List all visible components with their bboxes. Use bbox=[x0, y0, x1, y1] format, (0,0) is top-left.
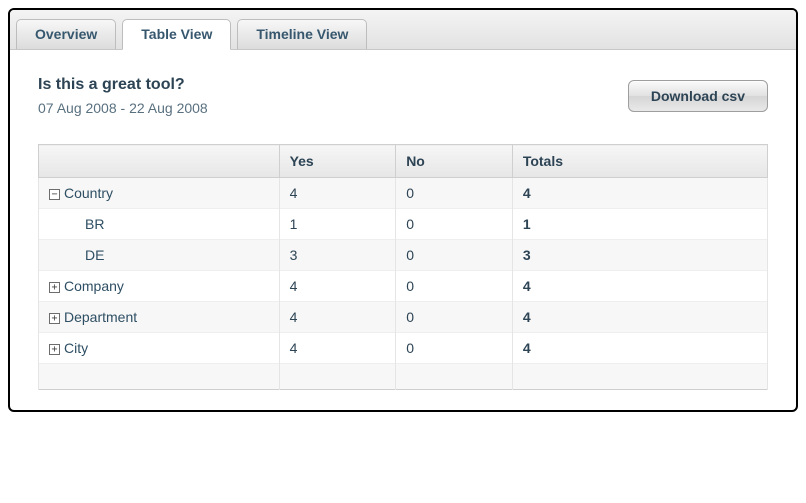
cell-total: 4 bbox=[512, 178, 767, 209]
header-row: Is this a great tool? 07 Aug 2008 - 22 A… bbox=[38, 76, 768, 116]
cell-no: 0 bbox=[396, 209, 513, 240]
expand-icon[interactable]: + bbox=[49, 282, 60, 293]
group-label-company[interactable]: Company bbox=[64, 278, 124, 294]
question-block: Is this a great tool? 07 Aug 2008 - 22 A… bbox=[38, 76, 208, 116]
cell-total: 3 bbox=[512, 240, 767, 271]
results-table: Yes No Totals −Country 4 0 4 BR 1 0 bbox=[38, 144, 768, 390]
row-country-br: BR 1 0 1 bbox=[39, 209, 768, 240]
child-label-br[interactable]: BR bbox=[85, 216, 104, 232]
cell-no: 0 bbox=[396, 240, 513, 271]
cell-yes: 3 bbox=[279, 240, 396, 271]
expand-icon[interactable]: + bbox=[49, 313, 60, 324]
cell-total: 4 bbox=[512, 302, 767, 333]
row-empty bbox=[39, 364, 768, 390]
tab-table-view[interactable]: Table View bbox=[122, 19, 231, 50]
report-window: Overview Table View Timeline View Is thi… bbox=[8, 8, 798, 412]
cell-yes: 4 bbox=[279, 178, 396, 209]
row-country: −Country 4 0 4 bbox=[39, 178, 768, 209]
content-area: Is this a great tool? 07 Aug 2008 - 22 A… bbox=[10, 50, 796, 410]
tab-overview[interactable]: Overview bbox=[16, 19, 116, 49]
col-header-no: No bbox=[396, 145, 513, 178]
collapse-icon[interactable]: − bbox=[49, 189, 60, 200]
cell-yes: 4 bbox=[279, 271, 396, 302]
table-header-row: Yes No Totals bbox=[39, 145, 768, 178]
group-label-department[interactable]: Department bbox=[64, 309, 137, 325]
col-header-label bbox=[39, 145, 280, 178]
cell-yes: 1 bbox=[279, 209, 396, 240]
col-header-totals: Totals bbox=[512, 145, 767, 178]
cell-total: 1 bbox=[512, 209, 767, 240]
group-label-country[interactable]: Country bbox=[64, 185, 113, 201]
row-department: + Department 4 0 4 bbox=[39, 302, 768, 333]
tab-bar: Overview Table View Timeline View bbox=[10, 10, 796, 50]
group-label-city[interactable]: City bbox=[64, 340, 88, 356]
child-label-de[interactable]: DE bbox=[85, 247, 104, 263]
expand-icon[interactable]: + bbox=[49, 344, 60, 355]
col-header-yes: Yes bbox=[279, 145, 396, 178]
cell-no: 0 bbox=[396, 333, 513, 364]
question-title: Is this a great tool? bbox=[38, 76, 208, 94]
cell-no: 0 bbox=[396, 302, 513, 333]
cell-yes: 4 bbox=[279, 302, 396, 333]
row-city: + City 4 0 4 bbox=[39, 333, 768, 364]
cell-total: 4 bbox=[512, 333, 767, 364]
cell-yes: 4 bbox=[279, 333, 396, 364]
cell-no: 0 bbox=[396, 271, 513, 302]
cell-total: 4 bbox=[512, 271, 767, 302]
tab-timeline-view[interactable]: Timeline View bbox=[237, 19, 367, 49]
row-country-de: DE 3 0 3 bbox=[39, 240, 768, 271]
date-range: 07 Aug 2008 - 22 Aug 2008 bbox=[38, 100, 208, 116]
row-company: + Company 4 0 4 bbox=[39, 271, 768, 302]
cell-no: 0 bbox=[396, 178, 513, 209]
download-csv-button[interactable]: Download csv bbox=[628, 80, 768, 112]
